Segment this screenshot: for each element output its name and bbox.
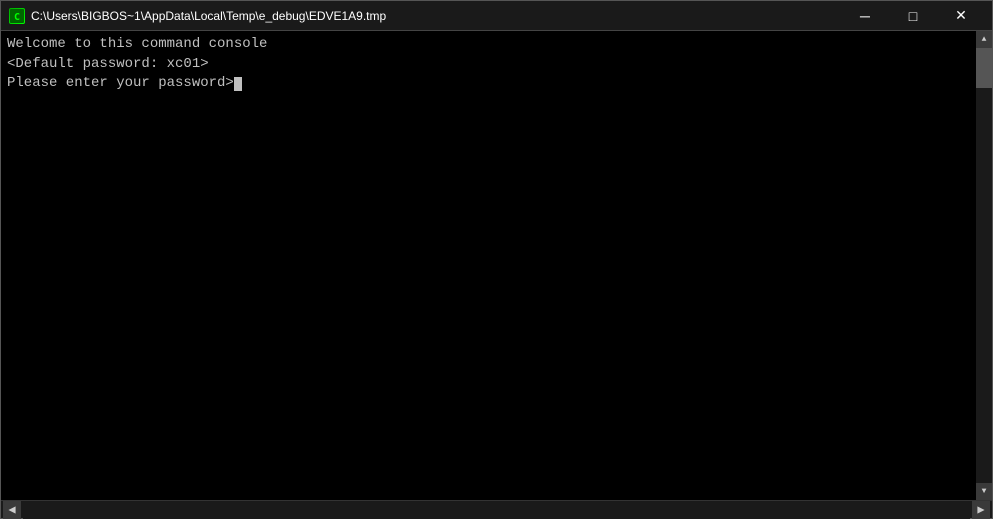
console-line-3-text: Please enter your password>	[7, 74, 234, 94]
bottom-bar	[1, 500, 992, 518]
scroll-thumb[interactable]	[976, 48, 992, 88]
minimize-button[interactable]: ─	[842, 1, 888, 31]
scroll-right-arrow[interactable]	[972, 501, 990, 519]
close-button[interactable]: ✕	[938, 1, 984, 31]
window-controls: ─ □ ✕	[842, 1, 984, 31]
cursor-blink	[234, 77, 242, 91]
horizontal-scrollbar[interactable]	[23, 501, 970, 519]
console-line-1: Welcome to this command console	[7, 35, 970, 55]
console-area[interactable]: Welcome to this command console <Default…	[1, 31, 992, 500]
scroll-left-arrow[interactable]	[3, 501, 21, 519]
title-bar-left: C C:\Users\BIGBOS~1\AppData\Local\Temp\e…	[9, 8, 386, 24]
scroll-up-arrow[interactable]: ▲	[976, 31, 992, 48]
maximize-button[interactable]: □	[890, 1, 936, 31]
vertical-scrollbar[interactable]: ▲ ▼	[976, 31, 992, 500]
console-content[interactable]: Welcome to this command console <Default…	[1, 31, 976, 500]
window-title: C:\Users\BIGBOS~1\AppData\Local\Temp\e_d…	[31, 9, 386, 23]
window: C C:\Users\BIGBOS~1\AppData\Local\Temp\e…	[0, 0, 993, 519]
title-bar: C C:\Users\BIGBOS~1\AppData\Local\Temp\e…	[1, 1, 992, 31]
console-line-2: <Default password: xc01>	[7, 55, 970, 75]
scroll-track[interactable]	[976, 48, 992, 483]
scroll-down-arrow[interactable]: ▼	[976, 483, 992, 500]
svg-text:C: C	[14, 12, 20, 23]
app-icon: C	[9, 8, 25, 24]
console-line-3: Please enter your password>	[7, 74, 970, 94]
